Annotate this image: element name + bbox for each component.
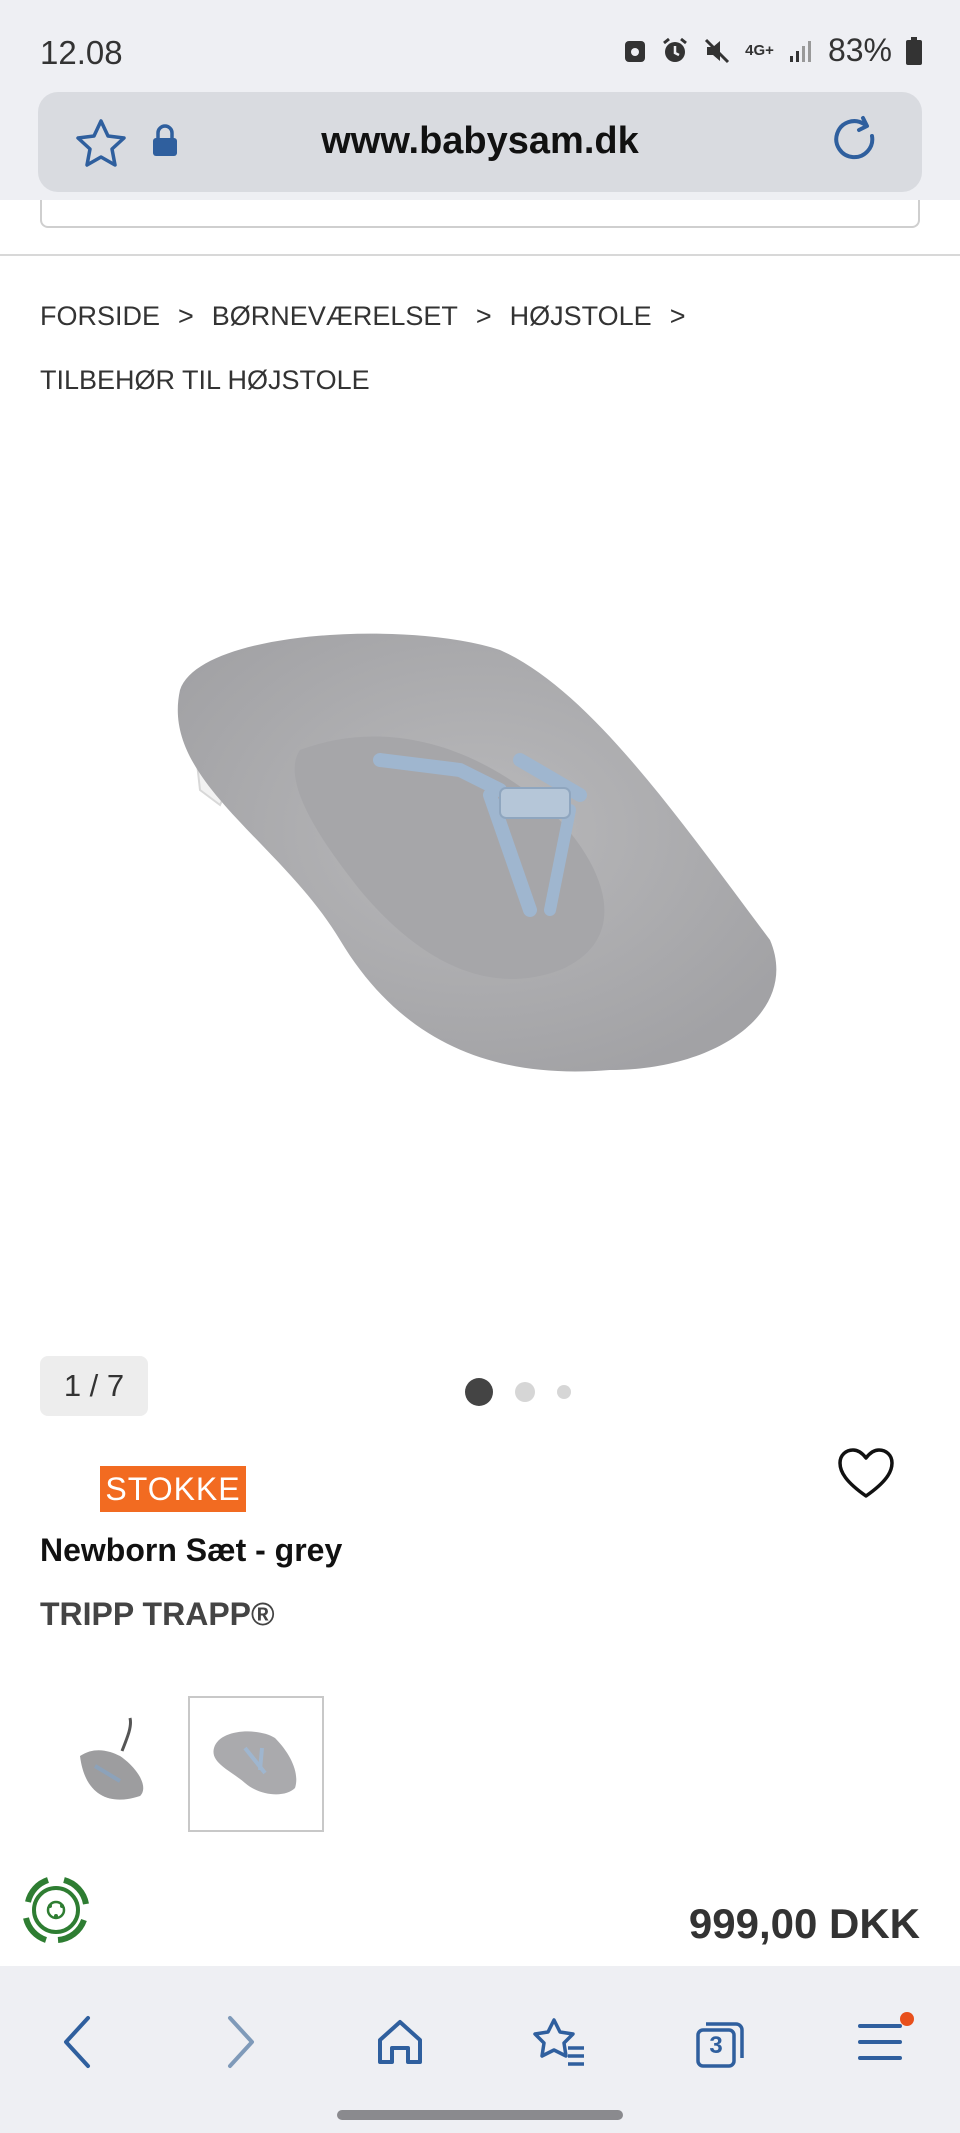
search-field-edge[interactable] xyxy=(40,200,920,228)
product-subtitle: TRIPP TRAPP® xyxy=(40,1596,275,1632)
back-button[interactable] xyxy=(38,2004,118,2084)
home-icon xyxy=(374,2016,426,2073)
chevron-left-icon xyxy=(58,2014,98,2075)
breadcrumb-item-hojstole[interactable]: HØJSTOLE xyxy=(510,284,652,348)
thumbnail[interactable] xyxy=(40,1696,176,1832)
browser-bottom-nav: 3 xyxy=(0,1966,960,2133)
bookmarks-button[interactable] xyxy=(520,2004,600,2084)
tab-count: 3 xyxy=(709,2032,723,2059)
gallery-dot[interactable] xyxy=(465,1378,493,1406)
status-icons: 4G+ 83% xyxy=(623,32,922,69)
product-image[interactable] xyxy=(160,610,800,1090)
network-icon: 4G+ xyxy=(745,41,774,59)
battery-icon xyxy=(906,36,922,65)
breadcrumb-item-tilbehor[interactable]: TILBEHØR TIL HØJSTOLE xyxy=(40,348,370,412)
gallery-counter: 1 / 7 xyxy=(40,1356,148,1416)
thumbnail-selected[interactable] xyxy=(188,1696,324,1832)
brand-logo[interactable]: STOKKE xyxy=(100,1466,246,1512)
notification-dot xyxy=(900,2012,914,2026)
breadcrumb-item-bornevaerelset[interactable]: BØRNEVÆRELSET xyxy=(212,284,458,348)
product-title: Newborn Sæt - grey xyxy=(40,1532,343,1568)
gallery-dot[interactable] xyxy=(557,1385,571,1399)
home-button[interactable] xyxy=(360,2004,440,2084)
chevron-right-icon xyxy=(220,2014,260,2075)
status-time: 12.08 xyxy=(40,34,123,71)
gallery-dot[interactable] xyxy=(515,1382,535,1402)
menu-icon xyxy=(856,2020,904,2069)
address-bar[interactable]: www.babysam.dk xyxy=(38,92,922,192)
breadcrumb-separator: > xyxy=(475,301,492,331)
tabs-button[interactable]: 3 xyxy=(680,2004,760,2084)
gallery-dots[interactable] xyxy=(465,1378,571,1406)
breadcrumb-separator: > xyxy=(669,301,686,331)
breadcrumb-item-forside[interactable]: FORSIDE xyxy=(40,284,160,348)
heart-icon[interactable] xyxy=(836,1446,896,1507)
product-price: 999,00 DKK xyxy=(688,1900,920,1947)
divider xyxy=(0,254,960,256)
menu-button[interactable] xyxy=(840,2004,920,2084)
status-bar: 12.08 4G+ 83% xyxy=(0,0,960,90)
breadcrumb: FORSIDE > BØRNEVÆRELSET > HØJSTOLE > TIL… xyxy=(40,284,920,412)
breadcrumb-separator: > xyxy=(178,301,194,331)
forward-button[interactable] xyxy=(200,2004,280,2084)
tabs-icon: 3 xyxy=(694,2018,746,2070)
browser-toolbar: www.babysam.dk xyxy=(0,90,960,200)
alarm-icon xyxy=(661,37,689,65)
battery-percent: 83% xyxy=(827,32,892,68)
recycle-icon[interactable] xyxy=(18,1872,94,1953)
signal-icon xyxy=(788,38,814,64)
url-text[interactable]: www.babysam.dk xyxy=(38,120,922,163)
home-indicator[interactable] xyxy=(337,2110,623,2120)
mute-icon xyxy=(703,37,731,65)
star-list-icon xyxy=(532,2016,588,2073)
reload-icon[interactable] xyxy=(828,114,884,175)
screenshot-icon xyxy=(623,38,647,64)
